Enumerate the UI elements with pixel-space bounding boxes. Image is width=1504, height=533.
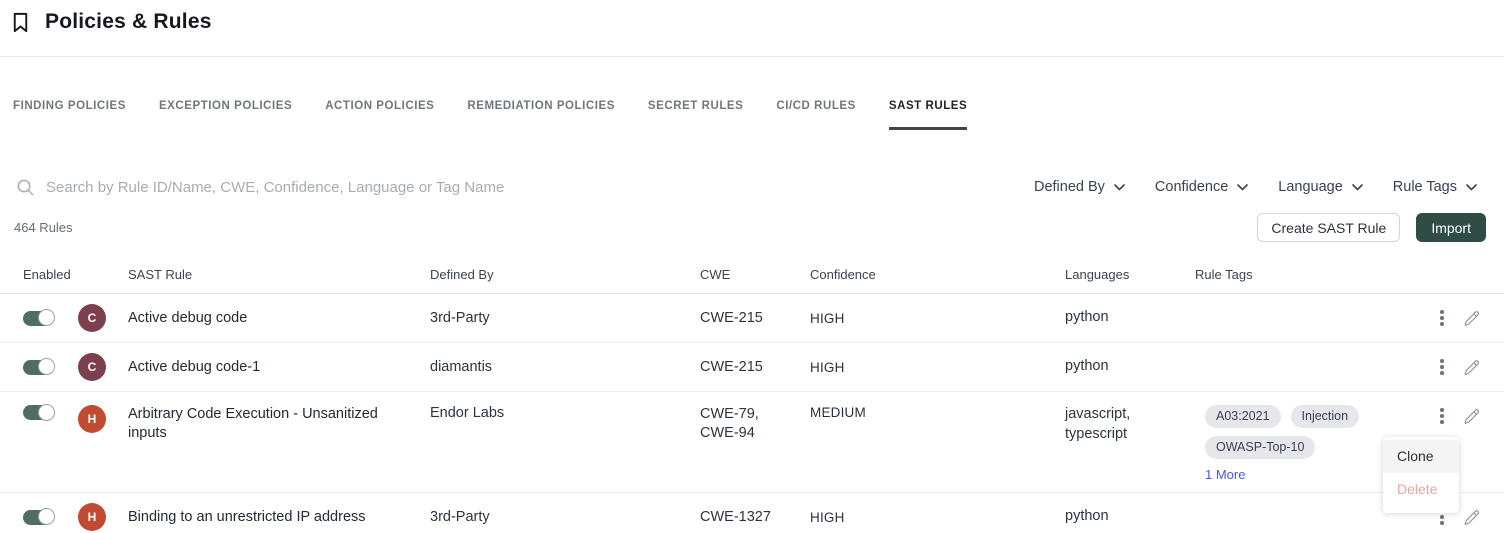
edit-icon[interactable] — [1463, 309, 1481, 327]
avatar-letter: C — [88, 311, 97, 325]
table-row: C Active debug code-1 diamantis CWE-215 … — [0, 343, 1504, 392]
tab-sast-rules[interactable]: SAST RULES — [889, 100, 967, 130]
languages-value: python — [1065, 357, 1195, 377]
row-menu-button[interactable] — [1437, 405, 1447, 427]
avatar-letter: C — [88, 360, 97, 374]
chevron-down-icon — [1114, 184, 1125, 191]
search-input[interactable] — [46, 179, 1034, 196]
avatar-letter: H — [88, 412, 97, 426]
rule-name[interactable]: Active debug code — [128, 309, 430, 328]
confidence-value: HIGH — [810, 510, 1065, 525]
filter-dropdown-confidence[interactable]: Confidence — [1155, 179, 1248, 195]
rule-name[interactable]: Active debug code-1 — [128, 358, 430, 377]
languages-value: python — [1065, 308, 1195, 328]
tab-secret-rules[interactable]: SECRET RULES — [648, 100, 743, 130]
filter-dropdown-language[interactable]: Language — [1278, 179, 1363, 195]
enabled-toggle[interactable] — [23, 311, 53, 326]
rule-tag-chip: Injection — [1291, 405, 1360, 428]
edit-icon[interactable] — [1463, 358, 1481, 376]
context-menu: CloneDelete — [1383, 437, 1459, 513]
chevron-down-icon — [1466, 184, 1477, 191]
rule-tag-chip: OWASP-Top-10 — [1205, 436, 1315, 459]
filter-dropdown-defined-by[interactable]: Defined By — [1034, 179, 1125, 195]
context-menu-item-clone[interactable]: Clone — [1383, 440, 1459, 473]
tab-exception-policies[interactable]: EXCEPTION POLICIES — [159, 100, 292, 130]
column-header-enabled: Enabled — [0, 267, 128, 282]
tab-bar: FINDING POLICIES EXCEPTION POLICIES ACTION… — [0, 100, 1504, 130]
defined-by-value: 3rd-Party — [430, 310, 700, 326]
toolbar-row: 464 Rules Create SAST Rule Import — [0, 213, 1504, 242]
cwe-value: CWE-79, CWE-94 — [700, 405, 810, 443]
filter-label: Confidence — [1155, 179, 1228, 195]
rules-count: 464 Rules — [14, 220, 73, 235]
enabled-toggle[interactable] — [23, 360, 53, 375]
tab-remediation-policies[interactable]: REMEDIATION POLICIES — [467, 100, 615, 130]
table-header: Enabled SAST Rule Defined By CWE Confide… — [0, 256, 1504, 294]
avatar-letter: H — [88, 510, 97, 524]
create-sast-rule-button[interactable]: Create SAST Rule — [1257, 213, 1400, 242]
confidence-value: HIGH — [810, 311, 1065, 326]
search-icon — [16, 178, 35, 197]
page-title: Policies & Rules — [45, 10, 212, 34]
bookmark-icon — [9, 10, 32, 35]
controls-row: Defined By Confidence Language Rule Tags — [0, 174, 1504, 200]
avatar: H — [78, 405, 106, 433]
chevron-down-icon — [1352, 184, 1363, 191]
tab-ci-cd-rules[interactable]: CI/CD RULES — [776, 100, 856, 130]
table-row: H Arbitrary Code Execution - Unsanitized… — [0, 392, 1504, 493]
rule-name[interactable]: Binding to an unrestricted IP address — [128, 508, 430, 527]
table-body: C Active debug code 3rd-Party CWE-215 HI… — [0, 294, 1504, 533]
app-header: Policies & Rules — [0, 0, 1504, 57]
filter-group: Defined By Confidence Language Rule Tags — [1034, 179, 1477, 195]
defined-by-value: 3rd-Party — [430, 509, 700, 525]
enabled-toggle[interactable] — [23, 510, 53, 525]
cwe-value: CWE-215 — [700, 358, 810, 377]
row-menu-button[interactable] — [1437, 356, 1447, 378]
confidence-value: HIGH — [810, 360, 1065, 375]
chevron-down-icon — [1237, 184, 1248, 191]
enabled-toggle[interactable] — [23, 405, 53, 420]
tab-finding-policies[interactable]: FINDING POLICIES — [13, 100, 126, 130]
filter-dropdown-rule-tags[interactable]: Rule Tags — [1393, 179, 1477, 195]
row-menu-button[interactable] — [1437, 307, 1447, 329]
column-header-cwe: CWE — [700, 267, 810, 282]
avatar: C — [78, 304, 106, 332]
cwe-value: CWE-1327 — [700, 508, 810, 527]
context-menu-item-delete[interactable]: Delete — [1383, 473, 1459, 506]
defined-by-value: diamantis — [430, 359, 700, 375]
column-header-rule-tags: Rule Tags — [1195, 267, 1430, 282]
table-row: H Binding to an unrestricted IP address … — [0, 493, 1504, 533]
import-button[interactable]: Import — [1416, 213, 1486, 242]
rule-tag-chip: A03:2021 — [1205, 405, 1281, 428]
column-header-defined-by: Defined By — [430, 267, 700, 282]
filter-label: Defined By — [1034, 179, 1105, 195]
defined-by-value: Endor Labs — [430, 405, 700, 421]
edit-icon[interactable] — [1463, 407, 1481, 425]
sast-rules-table: Enabled SAST Rule Defined By CWE Confide… — [0, 256, 1504, 533]
tab-action-policies[interactable]: ACTION POLICIES — [325, 100, 434, 130]
filter-label: Language — [1278, 179, 1343, 195]
edit-icon[interactable] — [1463, 508, 1481, 526]
filter-label: Rule Tags — [1393, 179, 1457, 195]
avatar: C — [78, 353, 106, 381]
languages-value: javascript, typescript — [1065, 405, 1195, 444]
column-header-languages: Languages — [1065, 267, 1195, 282]
rule-name[interactable]: Arbitrary Code Execution - Unsanitized i… — [128, 405, 430, 443]
avatar: H — [78, 503, 106, 531]
table-row: C Active debug code 3rd-Party CWE-215 HI… — [0, 294, 1504, 343]
confidence-value: MEDIUM — [810, 405, 1065, 420]
languages-value: python — [1065, 507, 1195, 527]
search-box — [16, 178, 1034, 197]
column-header-sast-rule: SAST Rule — [128, 267, 430, 282]
cwe-value: CWE-215 — [700, 309, 810, 328]
column-header-confidence: Confidence — [810, 267, 1065, 282]
